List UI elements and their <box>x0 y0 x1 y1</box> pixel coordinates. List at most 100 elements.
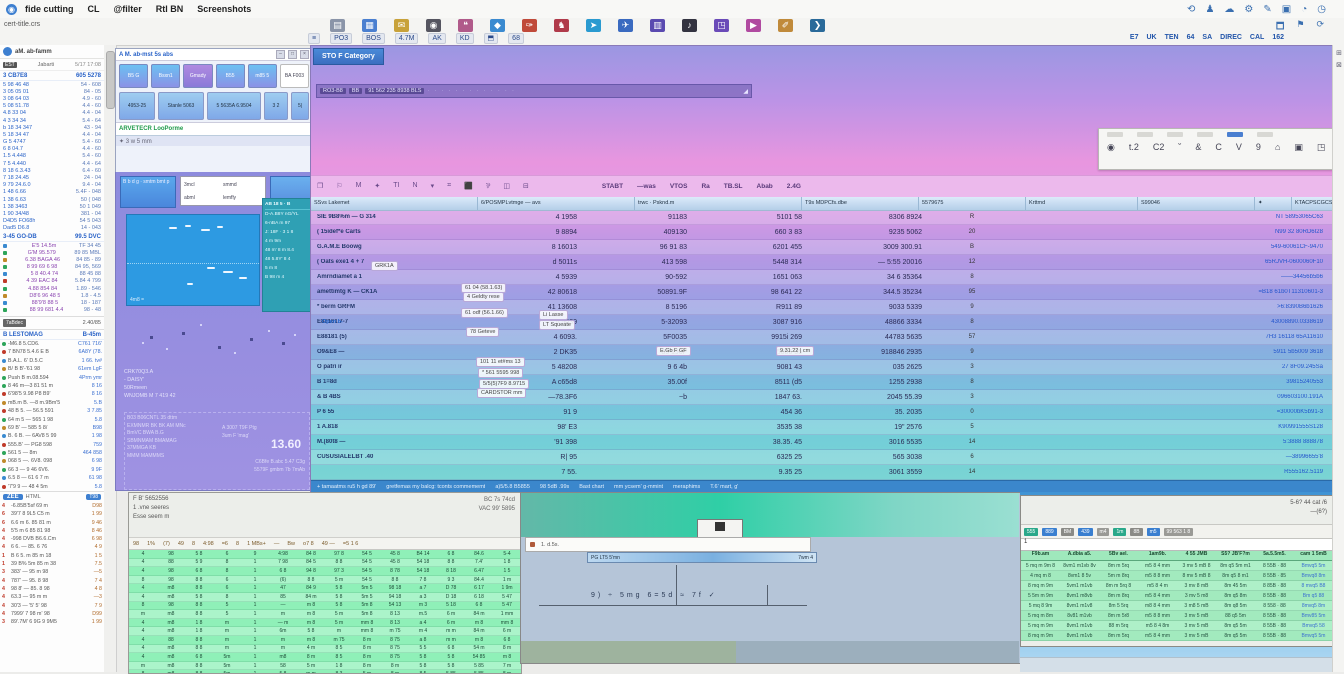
table-row[interactable]: O patri ir 5 48208 9 6 4b 9081 43 035 26… <box>311 360 1333 375</box>
toolbar-text-item[interactable]: STABT <box>602 183 623 190</box>
list-item[interactable]: 6 8 04.7 4.4 - 60 <box>0 146 104 153</box>
tool-icon[interactable]: & <box>1195 141 1201 153</box>
list-item[interactable]: 8 46 m—3 81 51 m 8 16 <box>0 382 104 390</box>
app-icon[interactable]: ▶ <box>746 19 761 32</box>
table-row[interactable]: CUSUSIALELBT .40 R| 95 6325 25 565 3038 … <box>311 450 1333 465</box>
toolbar-chip[interactable]: 4.7M <box>395 33 419 44</box>
grid-row[interactable]: 5 mq m 8m8v81 m1vb 8m m 5r8m5 8 8 mm 3 m… <box>1021 611 1333 621</box>
toolbar-glyph-icon[interactable]: ⚐ <box>336 182 342 191</box>
app-icon[interactable]: ✉ <box>394 19 409 32</box>
list-item[interactable]: 6.38 BAGA 46 84 85 - 89 <box>0 256 104 263</box>
list-item[interactable]: G 5 4747 5.4 - 60 <box>0 139 104 146</box>
inline-chip[interactable]: Open b- <box>319 318 346 326</box>
inline-chip[interactable]: 78 Geteve <box>466 327 499 337</box>
inline-chip[interactable]: E.Gb F GF <box>656 346 691 356</box>
grid-row[interactable]: 4m8 1 8m 16m 5 8m mm 8m 75 m 4m m 84 m6 … <box>129 627 521 636</box>
list-item[interactable]: 4 5'5 m 6 85 81 98 8 46 <box>0 527 104 535</box>
grid-tool[interactable]: 8 <box>236 541 239 547</box>
toolbar-glyph-icon[interactable]: N <box>413 182 418 191</box>
list-item[interactable]: -M6.8 5.CD6. C761 716' <box>0 340 104 348</box>
table-row[interactable]: ( Oats exe1 4 + 7 d 5011s 413 598 5448 3… <box>311 255 1333 270</box>
app-icon[interactable]: ◉ <box>426 19 441 32</box>
app-icon[interactable]: ♞ <box>554 19 569 32</box>
tool-chip[interactable]: 439 <box>1078 528 1092 536</box>
list-item[interactable]: 1 90 34/48 381 - 04 <box>0 210 104 217</box>
tool-icon[interactable]: 9 <box>1256 141 1261 153</box>
toolbar-right-chip[interactable]: DIREC <box>1220 33 1242 43</box>
toolbar-glyph-icon[interactable]: TI <box>393 182 399 191</box>
column-header[interactable]: 5579675 <box>919 197 1026 210</box>
menu-icon[interactable]: ◷ <box>1317 4 1326 15</box>
grid-row[interactable]: 8 mq m 9m8vm1 m1vb 8m m 5rqm5 8 4 mm 3 m… <box>1021 631 1333 641</box>
app-icon[interactable]: ▥ <box>650 19 665 32</box>
edge-icon[interactable]: ⊠ <box>1333 61 1344 69</box>
list-item[interactable]: 7 BN78 5.4.6 E B 6A8Y (78. <box>0 348 104 356</box>
toolbar-chip[interactable]: BOS <box>362 33 385 44</box>
grid-column-header[interactable]: 4 55 JMB <box>1177 551 1216 560</box>
list-item[interactable]: 4 98 8' — 85. 8 98 4 8 <box>0 585 104 593</box>
toolbar-text-item[interactable]: Abab <box>757 183 773 190</box>
maximize-icon[interactable]: □ <box>288 50 297 59</box>
grid-row[interactable]: 898 8 86 1(6) 8 85 m 54 58 8 7 89 3 84.4… <box>129 576 521 585</box>
green-link[interactable]: ARVETECR LooPorme <box>119 126 183 132</box>
app-icon[interactable]: ◳ <box>714 19 729 32</box>
list-item[interactable]: B/ B B'-'61 98 61em LgF <box>0 365 104 373</box>
list-item[interactable]: 4.8 33 04 4.4 - 04 <box>0 110 104 117</box>
list-item[interactable]: 4 30'3 — '5' 5' 98 7 9 <box>0 601 104 609</box>
list-item[interactable]: 4 -998 DVB B6.6.Cm 6 98 <box>0 535 104 543</box>
app-icon[interactable]: ➤ <box>586 19 601 32</box>
grid-tool[interactable]: o7 8 <box>303 541 314 547</box>
toolbar-glyph-icon[interactable]: ⬛ <box>464 182 473 191</box>
toolbar-chip[interactable]: PO3 <box>330 33 352 44</box>
toolbar-right-chip[interactable]: CAL <box>1250 33 1264 43</box>
grid-row[interactable]: 8 mq m 9m5vm1 m1vb 8m m 5rq 8m5 8 4 m 3 … <box>1021 581 1333 591</box>
toolbar-glyph-icon[interactable]: M <box>356 182 362 191</box>
list-item[interactable]: G'M 95.579 89 85 MBL <box>0 249 104 256</box>
inline-chip[interactable]: Li Lasse <box>539 310 568 320</box>
menu-icon[interactable]: ⟲ <box>1187 4 1195 15</box>
list-item[interactable]: D4D5 FO68h 54 5 043 <box>0 218 104 225</box>
tool-chip[interactable]: m4 <box>1097 528 1110 536</box>
panel-button[interactable]: Bsxn1 <box>151 64 180 88</box>
grid-row[interactable]: 4m8 8 8m 1m 4 m8 5 8 m8 75 5 56 8 54 m8 … <box>129 645 521 654</box>
sidebar-section2-header[interactable]: 3-45 GO-DB 99.5 DVC <box>0 232 104 242</box>
list-item[interactable]: 7 18 24.45 24 - 04 <box>0 174 104 181</box>
tool-chip[interactable]: 555 <box>1024 528 1038 536</box>
grid-row[interactable]: 898 8 85 1— m 85 8 5m 854 13 m 35 18 6 8… <box>129 602 521 611</box>
toolbar-right-chip[interactable]: TEN <box>1165 33 1179 43</box>
record-dot-icon[interactable] <box>530 542 535 547</box>
toolbar-icon[interactable]: ⟳ <box>1316 19 1324 35</box>
list-item[interactable]: Dad5 D6.8 14 - 043 <box>0 225 104 232</box>
table-row[interactable]: G.A.M.E Boowg 8 16013 96 91 83 6201 455 … <box>311 240 1333 255</box>
toolbar-text-item[interactable]: VTOS <box>670 183 688 190</box>
grid-row[interactable]: 498 5 86 94:98 84 897 8 54 545 8 B4 146 … <box>129 550 521 559</box>
toolbar-right-chip[interactable]: SA <box>1202 33 1212 43</box>
grid-row[interactable]: 4m8 8 86 147 84 95 8 5m 598 18 a 7D 78 6… <box>129 584 521 593</box>
progress-bar[interactable]: PG LT5 5'mn 7wm 4 <box>587 552 817 563</box>
tool-icon[interactable]: C2 <box>1153 141 1165 153</box>
list-item[interactable]: 4 6 6. — 85. 6 76 4 9 <box>0 543 104 551</box>
panel-button[interactable]: Gmady <box>183 64 212 88</box>
sidebar-section4-header[interactable]: ZEE HTML T98 <box>0 491 104 502</box>
list-item[interactable]: B.A.L. 6' D.5.C 1 66. tv# <box>0 357 104 365</box>
grid-column-header[interactable]: 5a.5.5m5. <box>1255 551 1294 560</box>
column-header[interactable]: Krttmd <box>1026 197 1138 210</box>
app-icon[interactable]: ✐ <box>778 19 793 32</box>
grid-row[interactable]: 4m8 5 88 185 84 m5 8 5m 594 18 a 3D 18 6… <box>129 593 521 602</box>
toolbar-glyph-icon[interactable]: ◫ <box>503 182 510 191</box>
list-item[interactable]: 6'98'5 9.98 P8 B9' 8 16 <box>0 390 104 398</box>
green-data-grid[interactable]: 498 5 86 94:98 84 897 8 54 545 8 B4 146 … <box>129 550 521 674</box>
inline-chip[interactable]: GRK1A <box>371 261 398 271</box>
grid-row[interactable]: 4m8 1 8m 1— m m 85 m mm 88 13 a 46 m m 8… <box>129 619 521 628</box>
sub-titlebar[interactable]: ✦ 3 w 5 mm <box>116 135 312 146</box>
app-icon[interactable]: ▤ <box>330 19 345 32</box>
tool-chip[interactable]: 8B <box>1130 528 1142 536</box>
window-header[interactable]: F B' 56525561 .vne seeresEsse seem m BC … <box>129 493 521 538</box>
tool-icon[interactable]: ◉ <box>1107 141 1115 153</box>
inline-chip[interactable]: CARDSTOR mm <box>477 388 526 398</box>
list-item[interactable]: b 18 34 347 43 - 94 <box>0 124 104 131</box>
sidebar-section3-header[interactable]: B LESTOMAG B-45m <box>0 330 104 340</box>
window-tab[interactable]: STO F Category <box>313 48 384 65</box>
list-item[interactable]: Push B m.08.594 4Prm ymr <box>0 373 104 381</box>
list-item[interactable]: 48 B 5. — 56.5 591 3 7.85 <box>0 407 104 415</box>
